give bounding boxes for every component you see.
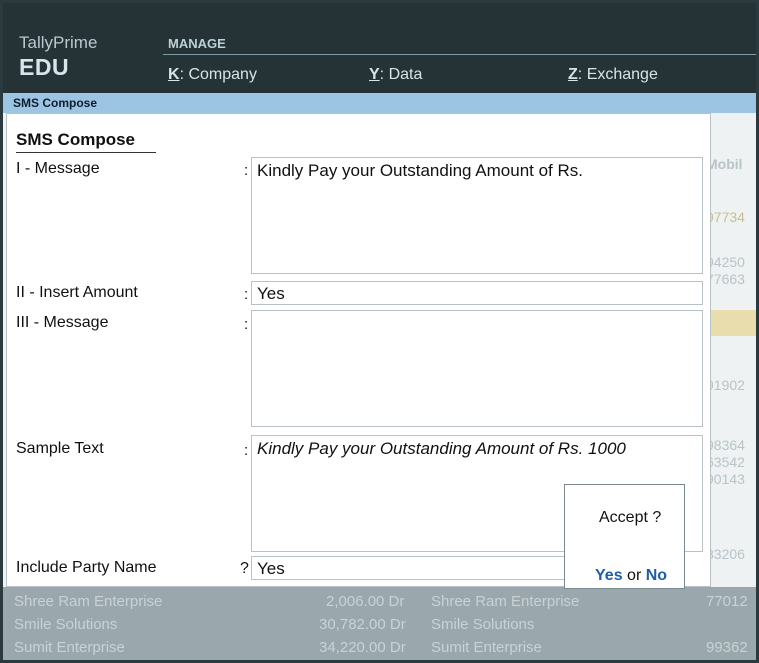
message1-label: I - Message [16, 160, 100, 177]
menu-data-label: Data [388, 66, 423, 83]
bg-cell: 91902 [706, 377, 745, 393]
accept-or-text: or [627, 567, 642, 584]
menu-exchange[interactable]: Z: Exchange [568, 66, 658, 84]
menu-company-key: K [168, 66, 180, 83]
accept-question: Accept ? [599, 509, 662, 526]
app-header: TallyPrime EDU MANAGE K: Company Y: Data… [3, 3, 756, 93]
menu-company-label: Company [188, 66, 257, 83]
insert-amount-colon: : [244, 286, 249, 303]
accept-yes-button[interactable]: Yes [595, 567, 623, 584]
background-rows: Shree Ram Enterprise 2,006.00 Dr Shree R… [3, 587, 756, 660]
dialog-title-underline [16, 152, 156, 153]
screen-title-bar: SMS Compose [3, 93, 756, 113]
section-divider [163, 54, 756, 55]
message3-input[interactable] [251, 310, 703, 427]
accept-options: Yes or No [595, 567, 667, 585]
accept-prompt: Accept ? Yes or No [564, 484, 685, 589]
include-party-field[interactable]: Yes [251, 556, 571, 580]
brand-edition: EDU [19, 54, 70, 80]
menu-exchange-label: Exchange [586, 66, 658, 83]
bg-party: Shree Ram Enterprise [14, 593, 163, 610]
menu-data[interactable]: Y: Data [369, 66, 422, 84]
bg-mobile: 77012 [706, 593, 748, 610]
app-window: TallyPrime EDU MANAGE K: Company Y: Data… [3, 3, 756, 660]
insert-amount-field[interactable]: Yes [251, 281, 703, 305]
bg-cell: 83206 [706, 546, 745, 562]
accept-no-button[interactable]: No [646, 567, 667, 584]
sample-text-colon: : [244, 442, 249, 459]
bg-name: Smile Solutions [431, 616, 535, 633]
section-label: MANAGE [168, 36, 226, 51]
message3-label: III - Message [16, 314, 109, 331]
menu-exchange-key: Z [568, 66, 578, 83]
bg-amount: 34,220.00 Dr [319, 639, 406, 656]
message1-input[interactable]: Kindly Pay your Outstanding Amount of Rs… [251, 157, 703, 274]
bg-party: Smile Solutions [14, 616, 118, 633]
bg-cell: 98364 [706, 437, 745, 453]
menu-company[interactable]: K: Company [168, 66, 257, 84]
message1-colon: : [244, 162, 249, 179]
bg-cell: 94250 [706, 254, 745, 270]
bg-cell: 77663 [706, 271, 745, 287]
bg-cell: 63542 [706, 454, 745, 470]
sample-text-label: Sample Text [16, 440, 104, 457]
menu-data-key: Y [369, 66, 380, 83]
bg-cell: 90143 [706, 471, 745, 487]
bg-amount: 2,006.00 Dr [326, 593, 405, 610]
bg-amount: 30,782.00 Dr [319, 616, 406, 633]
bg-party: Sumit Enterprise [14, 639, 125, 656]
brand-name: TallyPrime [19, 33, 98, 52]
insert-amount-label: II - Insert Amount [16, 284, 138, 301]
bg-cell: 97734 [706, 209, 745, 225]
bg-column-header: Mobil [706, 156, 743, 172]
bg-name: Shree Ram Enterprise [431, 593, 580, 610]
bg-mobile: 99362 [706, 639, 748, 656]
bg-name: Sumit Enterprise [431, 639, 542, 656]
message3-colon: : [244, 316, 249, 333]
dialog-title: SMS Compose [16, 130, 136, 149]
include-party-label: Include Party Name [16, 559, 157, 576]
include-party-prompt: ? [240, 560, 249, 577]
